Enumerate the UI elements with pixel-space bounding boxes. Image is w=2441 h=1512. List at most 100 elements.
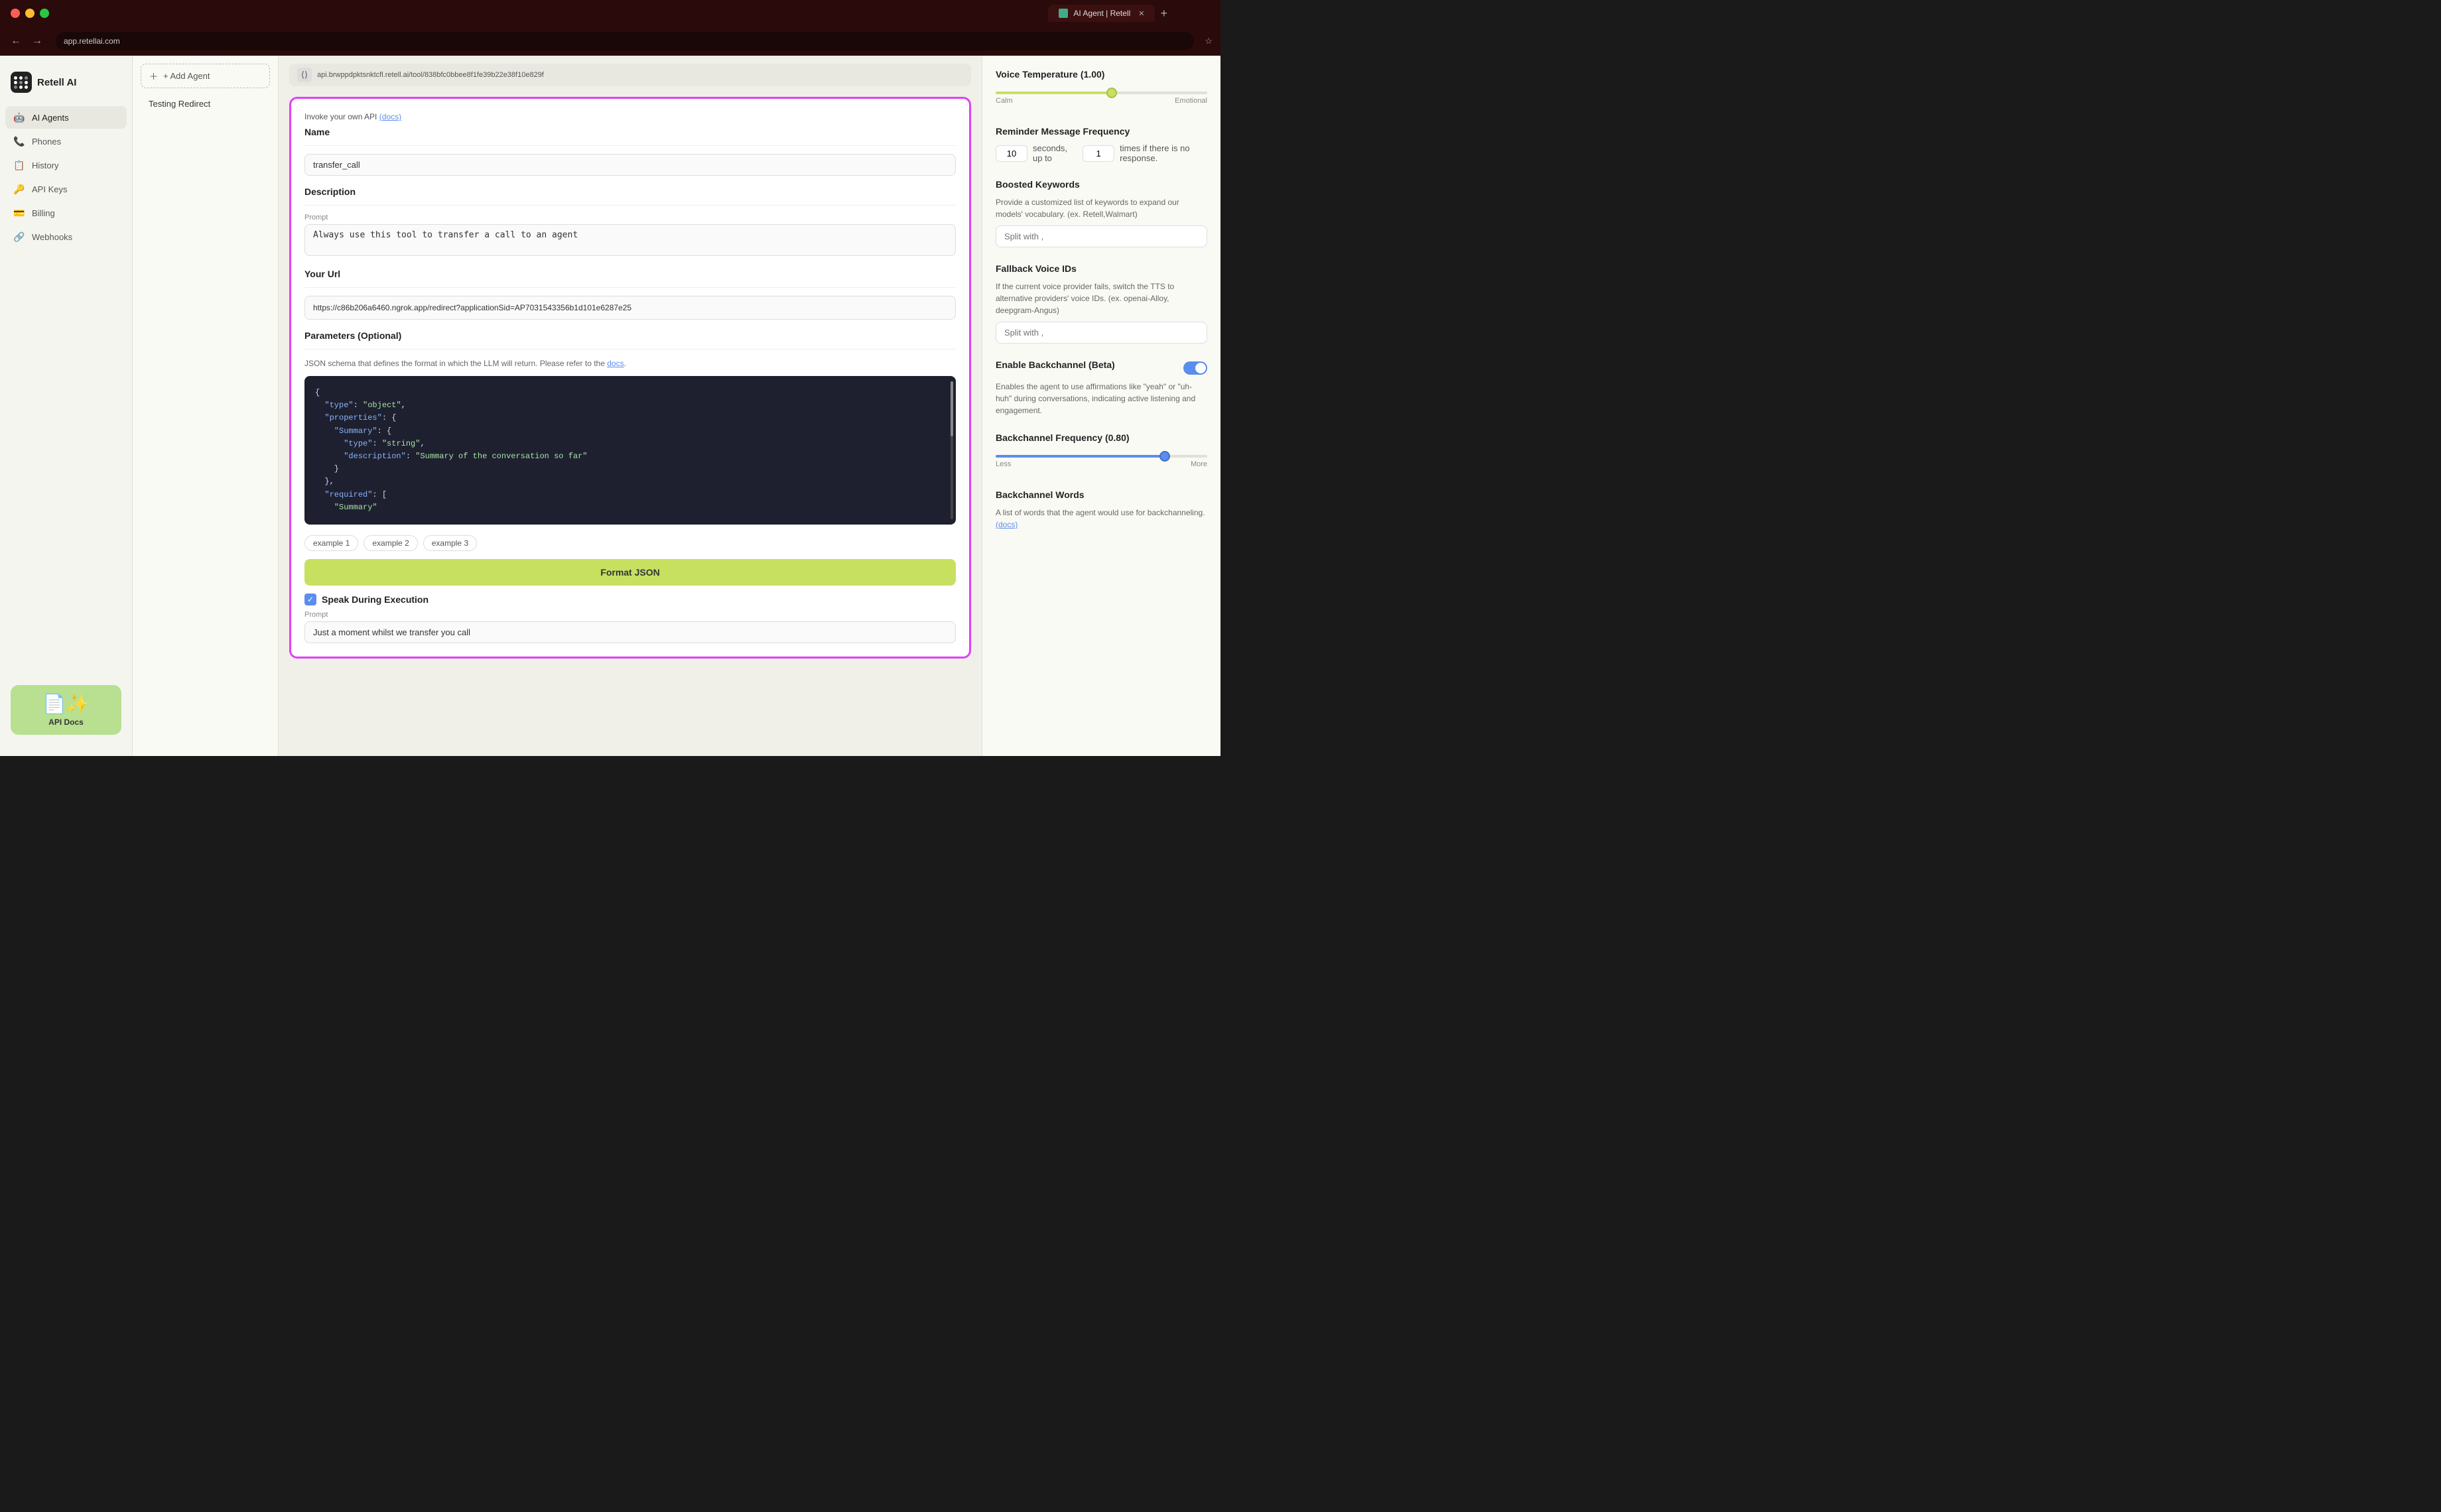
backchannel-words-title: Backchannel Words [996, 489, 1207, 500]
fallback-voice-desc: If the current voice provider fails, swi… [996, 281, 1207, 316]
sidebar-item-billing[interactable]: 💳 Billing [5, 202, 127, 224]
backchannel-words-docs-link[interactable]: (docs) [996, 520, 1018, 529]
json-editor[interactable]: { "type": "object", "properties": { "Sum… [304, 376, 956, 525]
url-input[interactable] [304, 296, 956, 320]
speak-during-checkbox[interactable]: ✓ [304, 594, 316, 605]
reminder-seconds-input[interactable] [996, 145, 1027, 162]
json-line: "type": "string", [315, 438, 945, 450]
logo-dot [25, 76, 28, 80]
freq-slider-thumb[interactable] [1159, 451, 1170, 462]
sidebar-item-history[interactable]: 📋 History [5, 154, 127, 176]
ai-agents-icon: 🤖 [13, 111, 25, 123]
form-url-preview: api.brwppdpktsnktcfl.retell.ai/tool/838b… [317, 71, 963, 79]
reminder-section: Reminder Message Frequency seconds, up t… [996, 126, 1207, 163]
sidebar-item-ai-agents[interactable]: 🤖 AI Agents [5, 106, 127, 129]
example-tag-1[interactable]: example 1 [304, 535, 358, 551]
minimize-button[interactable] [25, 9, 34, 18]
json-scrollbar[interactable] [951, 381, 953, 519]
logo-dots [14, 76, 29, 89]
name-label: Name [304, 127, 956, 137]
boosted-keywords-section: Boosted Keywords Provide a customized li… [996, 179, 1207, 247]
sidebar-item-phones[interactable]: 📞 Phones [5, 130, 127, 153]
form-header-bar: ⟨⟩ api.brwppdpktsnktcfl.retell.ai/tool/8… [289, 64, 971, 86]
agent-list-item[interactable]: Testing Redirect [141, 94, 270, 114]
maximize-button[interactable] [40, 9, 49, 18]
reminder-suffix-text: times if there is no response. [1120, 143, 1207, 163]
reminder-up-to-text: seconds, up to [1033, 143, 1077, 163]
logo-text: Retell AI [37, 77, 76, 88]
history-icon: 📋 [13, 159, 25, 171]
forward-button[interactable]: → [29, 32, 45, 50]
freq-slider-track [996, 455, 1207, 458]
params-section: Parameters (Optional) JSON schema that d… [304, 330, 956, 525]
tab-bar: AI Agent | Retell ✕ + [1048, 0, 1167, 27]
editor-panel[interactable]: ⟨⟩ api.brwppdpktsnktcfl.retell.ai/tool/8… [279, 56, 982, 756]
slider-fill [996, 92, 1112, 94]
logo-icon [11, 72, 32, 93]
sidebar-item-label: Billing [32, 208, 55, 218]
bookmark-icon[interactable]: ☆ [1205, 36, 1213, 46]
api-docs-card[interactable]: 📄✨ API Docs [11, 685, 121, 735]
description-textarea[interactable]: Always use this tool to transfer a call … [304, 224, 956, 256]
backchannel-freq-section: Backchannel Frequency (0.80) Less More [996, 432, 1207, 473]
backchannel-freq-title: Backchannel Frequency (0.80) [996, 432, 1207, 443]
sidebar-item-label: Phones [32, 137, 61, 147]
close-button[interactable] [11, 9, 20, 18]
toggle-thumb [1195, 363, 1206, 373]
speak-prompt-input[interactable] [304, 621, 956, 643]
tab-close-icon[interactable]: ✕ [1138, 9, 1144, 18]
invoke-api-docs-link[interactable]: (docs) [379, 112, 401, 121]
browser-tab[interactable]: AI Agent | Retell ✕ [1048, 5, 1155, 22]
sidebar-item-webhooks[interactable]: 🔗 Webhooks [5, 225, 127, 248]
titlebar: AI Agent | Retell ✕ + [0, 0, 1220, 27]
example-tags: example 1 example 2 example 3 [304, 535, 956, 551]
json-line: "required": [ [315, 489, 945, 501]
json-line: "properties": { [315, 412, 945, 424]
params-docs-link[interactable]: docs [607, 359, 624, 368]
slider-track [996, 92, 1207, 94]
collapse-button[interactable]: ⟨⟩ [297, 68, 312, 82]
tab-label: AI Agent | Retell [1073, 9, 1130, 18]
reminder-title: Reminder Message Frequency [996, 126, 1207, 137]
tab-favicon [1059, 9, 1068, 18]
backchannel-freq-slider[interactable]: Less More [996, 450, 1207, 473]
invoke-api-text: Invoke your own API (docs) [304, 112, 956, 121]
reminder-times-input[interactable] [1083, 145, 1114, 162]
fallback-voice-input[interactable] [996, 322, 1207, 344]
sidebar-item-api-keys[interactable]: 🔑 API Keys [5, 178, 127, 200]
url-section: Your Url [304, 269, 956, 320]
params-desc: JSON schema that defines the format in w… [304, 357, 956, 369]
logo-dot [19, 86, 23, 89]
sidebar-item-label: AI Agents [32, 113, 69, 123]
add-agent-button[interactable]: ＋ + Add Agent [141, 64, 270, 88]
backchannel-words-desc: A list of words that the agent would use… [996, 507, 1207, 531]
sidebar-item-label: Webhooks [32, 232, 72, 242]
address-bar[interactable]: app.retellai.com [56, 32, 1194, 50]
name-input[interactable] [304, 154, 956, 176]
json-line: "description": "Summary of the conversat… [315, 450, 945, 463]
fallback-voice-title: Fallback Voice IDs [996, 263, 1207, 274]
new-tab-button[interactable]: + [1160, 7, 1167, 21]
backchannel-section: Enable Backchannel (Beta) Enables the ag… [996, 359, 1207, 416]
back-button[interactable]: ← [8, 32, 24, 50]
voice-temp-slider[interactable]: Calm Emotional [996, 86, 1207, 110]
backchannel-words-section: Backchannel Words A list of words that t… [996, 489, 1207, 531]
slider-thumb[interactable] [1106, 88, 1117, 98]
freq-slider-fill [996, 455, 1165, 458]
json-line: "Summary" [315, 501, 945, 514]
logo-dot [25, 81, 28, 84]
example-tag-3[interactable]: example 3 [423, 535, 477, 551]
boosted-keywords-input[interactable] [996, 225, 1207, 247]
freq-slider-labels: Less More [996, 460, 1207, 468]
voice-temp-section: Voice Temperature (1.00) Calm Emotional [996, 69, 1207, 110]
logo-dot [14, 86, 17, 89]
example-tag-2[interactable]: example 2 [363, 535, 417, 551]
sidebar-item-label: History [32, 160, 58, 170]
logo-dot [19, 76, 23, 80]
sidebar: Retell AI 🤖 AI Agents 📞 Phones 📋 History… [0, 56, 133, 756]
add-agent-icon: ＋ [149, 70, 158, 82]
description-label: Description [304, 186, 956, 197]
format-json-button[interactable]: Format JSON [304, 559, 956, 586]
params-label: Parameters (Optional) [304, 330, 956, 341]
backchannel-toggle[interactable] [1183, 361, 1207, 375]
